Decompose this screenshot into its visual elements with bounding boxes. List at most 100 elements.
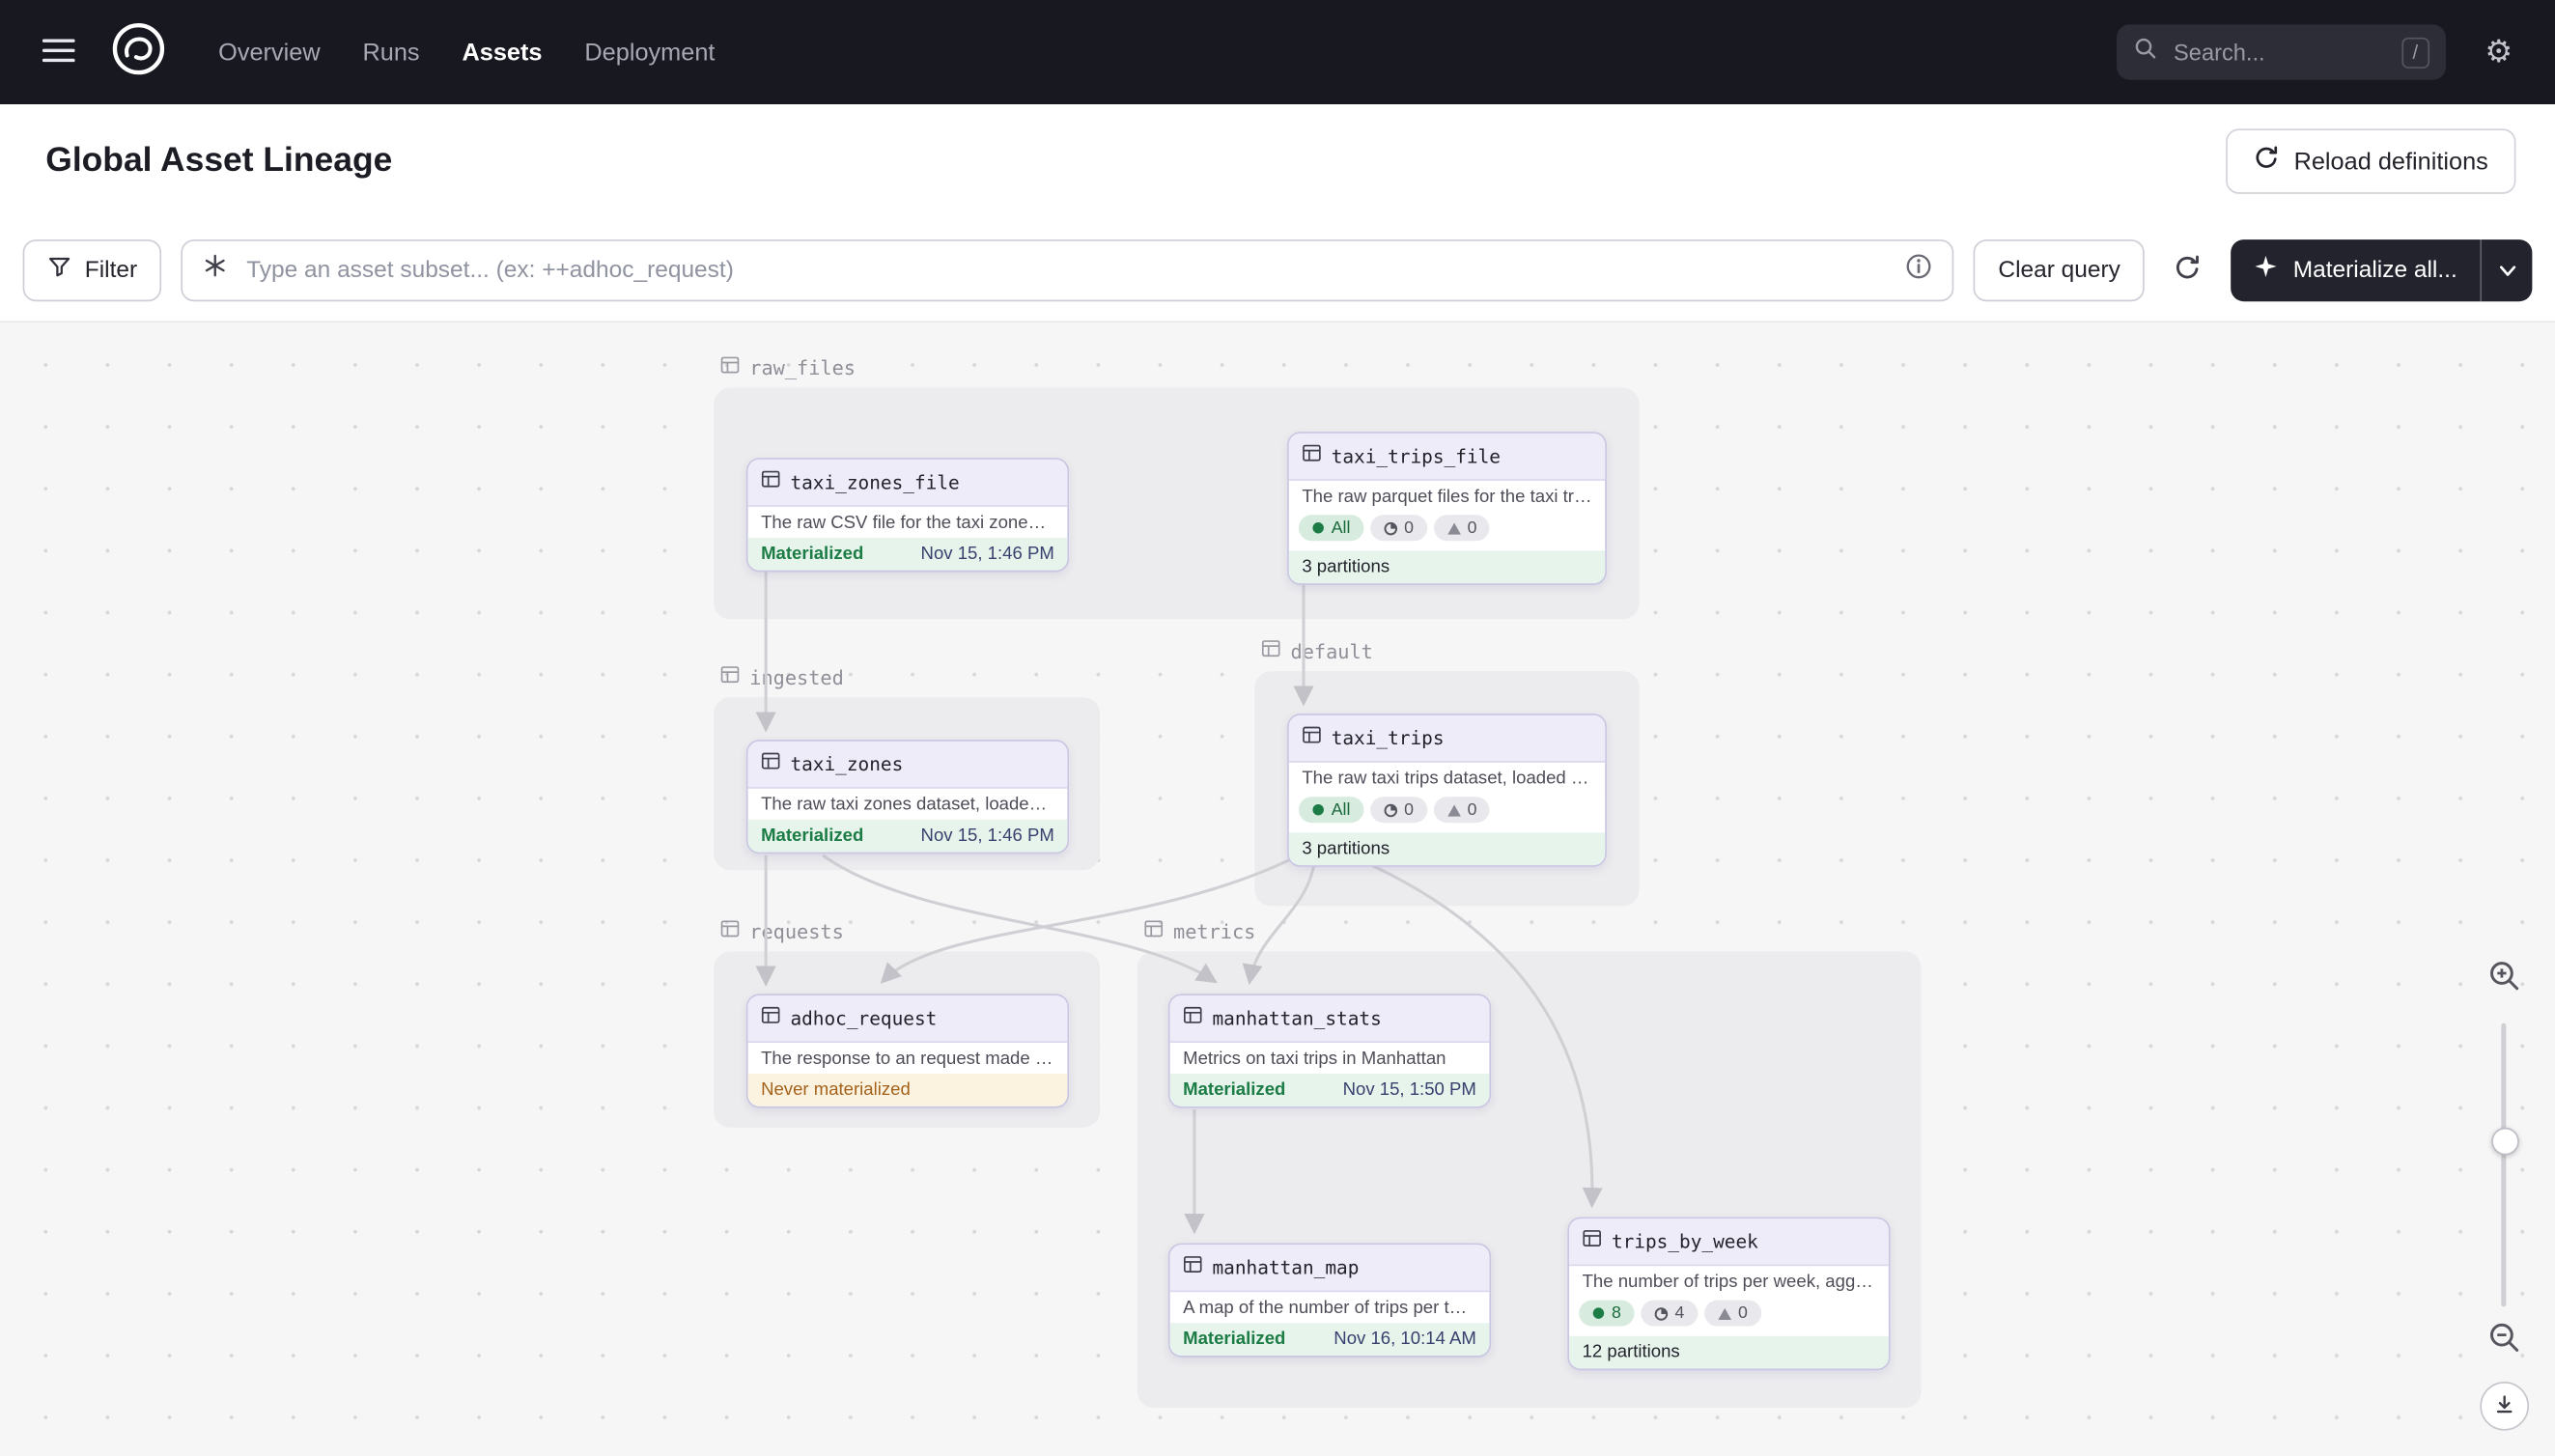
lineage-canvas[interactable]: raw_files ingested default requests metr… [0,322,2555,1456]
asset-node-adhoc-request[interactable]: adhoc_request The response to an request… [746,994,1069,1107]
asset-description: The raw taxi trips dataset, loaded into … [1289,763,1605,794]
materialize-all-caret-button[interactable] [2480,238,2532,300]
materialize-all-split-button: Materialize all... [2232,238,2533,300]
asset-title: trips_by_week [1612,1230,1758,1253]
asset-node-taxi-trips[interactable]: taxi_trips The raw taxi trips dataset, l… [1287,714,1607,867]
zoom-in-button[interactable] [2484,955,2526,1002]
group-name: raw_files [749,356,856,379]
zoom-slider-thumb[interactable] [2491,1128,2519,1156]
materialized-timestamp: Nov 16, 10:14 AM [1334,1330,1476,1349]
group-label-ingested[interactable]: ingested [720,665,844,689]
asset-title: taxi_trips_file [1332,445,1501,468]
group-name: default [1291,639,1373,662]
partitions-success-badge: All [1299,797,1363,823]
group-name: metrics [1173,920,1255,943]
download-image-button[interactable] [2480,1382,2529,1431]
group-label-requests[interactable]: requests [720,919,844,943]
partitions-failed-badge: 0 [1704,1301,1761,1327]
asset-node-trips-by-week[interactable]: trips_by_week The number of trips per we… [1567,1218,1890,1371]
group-label-metrics[interactable]: metrics [1144,919,1256,943]
asset-title: manhattan_stats [1213,1007,1382,1030]
nav-item-assets[interactable]: Assets [462,39,542,67]
asset-title: adhoc_request [790,1007,937,1030]
asset-subset-input[interactable] [243,255,1891,284]
zoom-in-icon [2486,958,2522,998]
settings-button[interactable]: ⚙ [2479,30,2519,74]
asset-title: taxi_zones [790,753,903,776]
reload-definitions-label: Reload definitions [2294,148,2488,176]
asset-node-taxi-zones-file[interactable]: taxi_zones_file The raw CSV file for the… [746,458,1069,572]
asset-title: taxi_trips [1332,727,1445,750]
materialized-timestamp: Nov 15, 1:46 PM [921,545,1054,564]
asset-description: The number of trips per week, aggreg... [1569,1266,1889,1297]
clear-query-button[interactable]: Clear query [1974,238,2145,300]
asset-title: manhattan_map [1213,1256,1360,1279]
zoom-out-button[interactable] [2484,1317,2526,1364]
asset-table-icon [1583,1227,1602,1256]
status-badge: Materialized [761,545,863,564]
asset-description: Metrics on taxi trips in Manhattan [1170,1043,1490,1074]
asset-node-taxi-zones[interactable]: taxi_zones The raw taxi zones dataset, l… [746,740,1069,854]
nav-item-deployment[interactable]: Deployment [584,39,715,67]
partitions-success-badge: All [1299,515,1363,541]
download-icon [2493,1392,2516,1420]
dagster-swirl-icon [109,18,168,85]
hamburger-menu-button[interactable] [36,30,81,74]
status-badge: Never materialized [748,1074,1068,1106]
materialized-timestamp: Nov 15, 1:50 PM [1343,1080,1476,1100]
status-badge: Materialized [761,826,863,846]
op-selector-icon [203,253,229,287]
zoom-slider-track[interactable] [2501,1023,2506,1307]
refresh-icon [2175,253,2203,286]
group-name: requests [749,920,844,943]
asset-table-icon [1183,1004,1202,1033]
reload-icon [2253,145,2279,178]
asset-description: The raw CSV file for the taxi zones dat.… [748,507,1068,538]
chevron-down-icon [2499,258,2515,282]
materialize-all-button[interactable]: Materialize all... [2232,238,2481,300]
reload-definitions-button[interactable]: Reload definitions [2226,128,2516,194]
partitions-missing-badge: 0 [1370,515,1427,541]
app-window: Overview Runs Assets Deployment / ⚙ Glob… [0,0,2555,1456]
partitions-count: 3 partitions [1302,839,1390,858]
asset-node-manhattan-stats[interactable]: manhattan_stats Metrics on taxi trips in… [1168,994,1491,1107]
group-table-icon [720,355,740,379]
partitions-count: 12 partitions [1583,1343,1680,1362]
group-label-default[interactable]: default [1261,639,1373,663]
refresh-button[interactable] [2164,243,2211,295]
asset-description: The raw parquet files for the taxi trips… [1289,481,1605,512]
group-table-icon [720,919,740,943]
page-title: Global Asset Lineage [45,142,392,182]
nav-item-runs[interactable]: Runs [362,39,419,67]
lineage-toolbar: Filter Clear query Materialize all [0,218,2555,322]
partitions-missing-badge: 4 [1641,1301,1698,1327]
partitions-success-badge: 8 [1579,1301,1634,1327]
nav-item-overview[interactable]: Overview [218,39,320,67]
clear-query-label: Clear query [1998,257,2120,283]
asset-table-icon [1183,1253,1202,1282]
materialize-all-label: Materialize all... [2293,257,2457,283]
info-icon[interactable] [1905,252,1933,288]
dagster-logo[interactable] [107,21,169,83]
asset-node-taxi-trips-file[interactable]: taxi_trips_file The raw parquet files fo… [1287,432,1607,585]
group-label-raw-files[interactable]: raw_files [720,355,856,379]
partitions-count: 3 partitions [1302,557,1390,576]
group-table-icon [1144,919,1164,943]
filter-button[interactable]: Filter [23,238,162,300]
search-input[interactable] [2171,38,2389,67]
top-navbar: Overview Runs Assets Deployment / ⚙ [0,0,2555,104]
asset-description: The raw taxi zones dataset, loaded int..… [748,789,1068,820]
navbar-right: / ⚙ [2117,24,2519,79]
asset-table-icon [1302,441,1321,470]
filter-label: Filter [85,257,137,283]
filter-icon [47,254,71,285]
status-badge: Materialized [1183,1330,1285,1349]
asset-description: The response to an request made in th... [748,1043,1068,1074]
partitions-failed-badge: 0 [1433,797,1490,823]
main-nav: Overview Runs Assets Deployment [218,39,715,67]
asset-table-icon [761,749,780,778]
hamburger-icon [42,37,75,68]
global-search[interactable]: / [2117,24,2446,79]
asset-node-manhattan-map[interactable]: manhattan_map A map of the number of tri… [1168,1244,1491,1358]
asset-table-icon [1302,723,1321,752]
